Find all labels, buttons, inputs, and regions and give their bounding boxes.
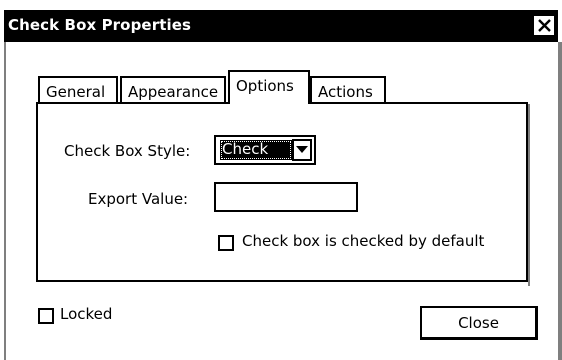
window-frame-left [4,42,6,360]
check-box-style-dropdown-button[interactable] [292,139,312,161]
close-button[interactable]: Close [420,306,538,340]
check-box-style-label: Check Box Style: [64,142,191,160]
window-top-edge [0,0,562,8]
title-bar[interactable]: Check Box Properties [4,10,558,42]
tab-options[interactable]: Options [228,70,310,106]
tab-appearance[interactable]: Appearance [120,76,226,103]
chevron-down-icon [296,146,308,153]
window-frame-right [558,42,562,360]
checked-by-default-label: Check box is checked by default [242,232,485,250]
tab-actions[interactable]: Actions [310,76,386,103]
export-value-label: Export Value: [88,190,189,208]
check-box-style-value: Check [220,140,292,160]
dialog-title: Check Box Properties [8,16,192,34]
tab-general-label: General [46,83,106,101]
checked-by-default-checkbox[interactable] [218,235,234,251]
locked-checkbox[interactable] [38,308,54,324]
tab-options-label: Options [236,77,294,95]
tab-actions-label: Actions [318,83,373,101]
export-value-input[interactable] [216,184,356,210]
check-box-style-select[interactable]: Check [214,135,316,165]
tab-general[interactable]: General [38,76,118,103]
export-value-field[interactable] [214,182,358,212]
locked-label: Locked [60,305,113,323]
close-window-button[interactable] [533,15,555,36]
tab-appearance-label: Appearance [128,83,219,101]
dialog-window: Check Box Properties General Appearance … [0,0,562,360]
close-icon [537,19,551,32]
